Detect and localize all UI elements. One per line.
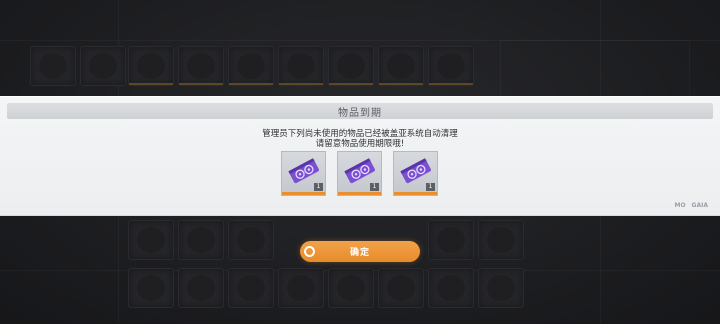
corner-logos: MO GAIA: [674, 202, 708, 209]
item-quantity: 1: [314, 183, 323, 191]
confirm-button[interactable]: 确定: [300, 241, 420, 262]
item-rarity-bar: [394, 192, 437, 195]
item-rarity-bar: [338, 192, 381, 195]
item-quantity: 1: [370, 183, 379, 191]
expired-item-slot[interactable]: 1: [281, 151, 326, 196]
item-quantity: 1: [426, 183, 435, 191]
gaia-logo: GAIA: [691, 202, 708, 209]
item-rarity-bar: [282, 192, 325, 195]
modal-title: 物品到期: [338, 108, 382, 119]
expired-item-slot[interactable]: 1: [337, 151, 382, 196]
expired-items-list: 1 1 1: [281, 151, 440, 197]
mo-logo: MO: [674, 202, 686, 209]
expired-item-slot[interactable]: 1: [393, 151, 438, 196]
item-expired-modal: 物品到期 管理员下列尚未使用的物品已经被盖亚系统自动清理 请留意物品使用期限哦!…: [0, 96, 720, 216]
modal-title-bar: 物品到期: [7, 103, 713, 119]
modal-message-line2: 请留意物品使用期限哦!: [315, 139, 405, 149]
confirm-button-label: 确定: [349, 248, 370, 258]
